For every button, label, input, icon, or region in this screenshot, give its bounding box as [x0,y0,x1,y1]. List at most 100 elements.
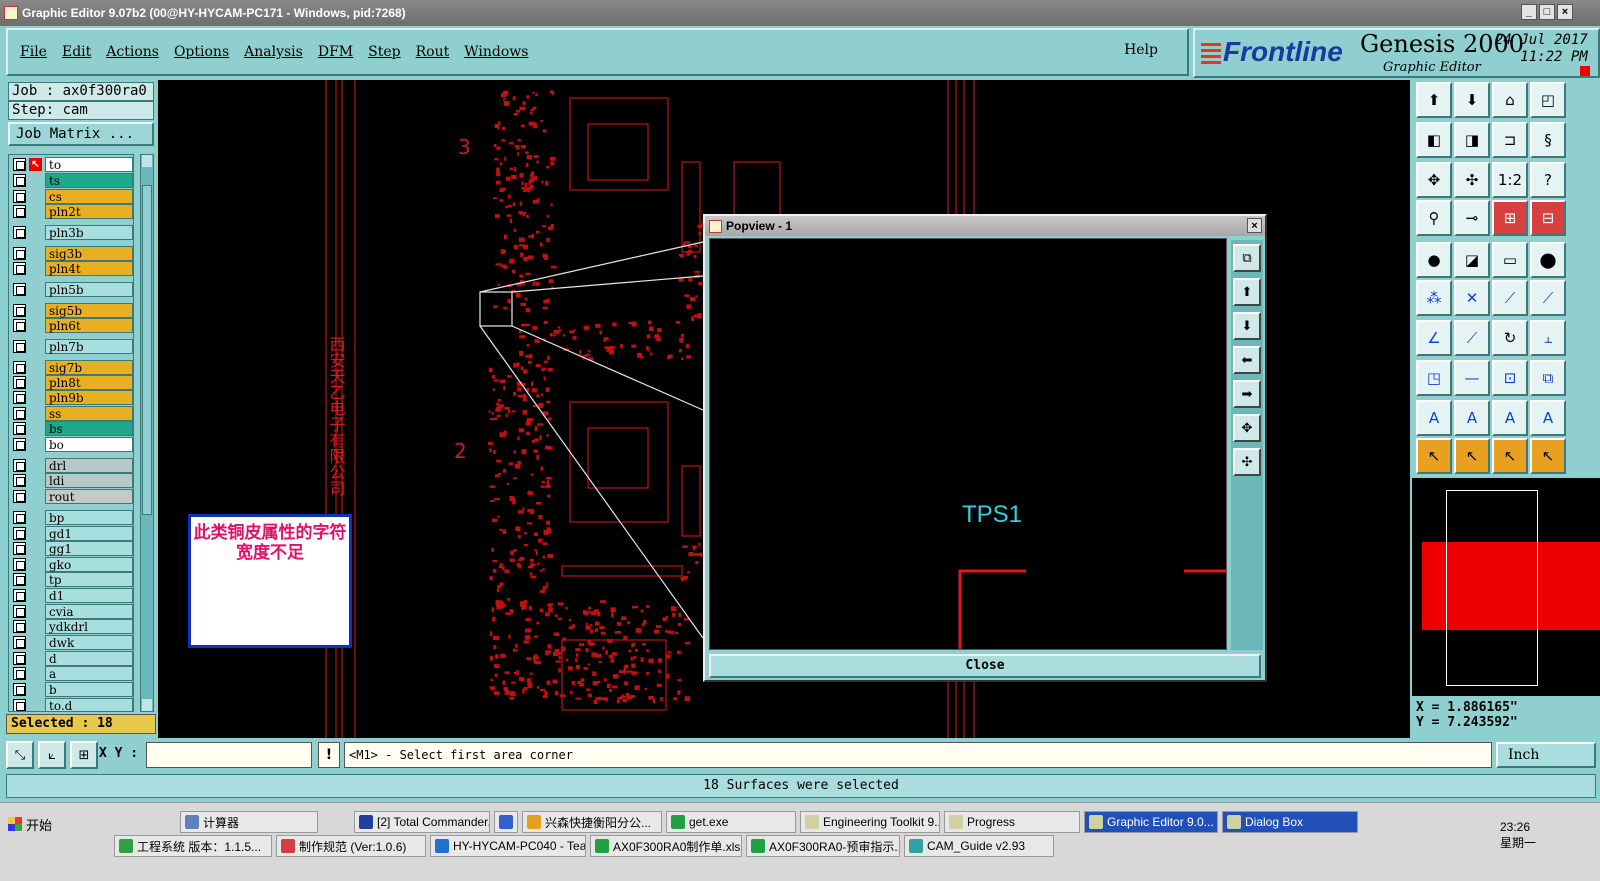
layer-checkbox[interactable] [13,474,26,487]
measure-icon[interactable]: ⚲ [1416,200,1452,236]
layer-name[interactable]: cs [45,189,133,204]
overview-map[interactable] [1412,478,1600,696]
layer-checkbox[interactable] [13,247,26,260]
scroll-up-icon[interactable] [142,155,152,167]
layer-checkbox[interactable] [13,667,26,680]
taskbar-item[interactable]: get.exe [666,811,796,833]
layer-name[interactable]: pln3b [45,225,133,240]
layer-row-tp[interactable]: tp [11,572,133,587]
close-window-button[interactable]: × [1557,4,1573,20]
layer-checkbox[interactable] [13,283,26,296]
layer-row-cvia[interactable]: cvia [11,604,133,619]
taskbar-item[interactable]: 工程系统 版本：1.1.5... [114,835,272,857]
layer-checkbox[interactable] [13,407,26,420]
layer-name[interactable]: d1 [45,588,133,603]
job-matrix-button[interactable]: Job Matrix ... [8,122,154,146]
layer-checkbox[interactable] [13,620,26,633]
move-icon[interactable]: ◳ [1416,360,1452,396]
line-pad-icon[interactable]: ◪ [1454,242,1490,278]
layer-checkbox[interactable] [13,158,26,171]
help-icon[interactable]: ? [1530,162,1566,198]
scroll-down-icon[interactable] [142,699,152,711]
layer-checkbox[interactable] [13,511,26,524]
layer-row-pln7b[interactable]: pln7b [11,339,133,354]
save-icon[interactable]: ⬇ [1454,82,1490,118]
layer-name[interactable]: sig3b [45,246,133,261]
popview-close-x-button[interactable]: × [1247,218,1262,233]
layer-row-pln2t[interactable]: pln2t [11,204,133,219]
layer-row-cs[interactable]: cs [11,189,133,204]
popview-pan-up-icon[interactable]: ⬆ [1233,278,1261,306]
menu-actions[interactable]: Actions [106,44,159,60]
text-a3-icon[interactable]: A [1492,400,1528,436]
menu-analysis[interactable]: Analysis [244,44,303,60]
layer-name[interactable]: b [45,682,133,697]
layer-row-sig5b[interactable]: sig5b [11,303,133,318]
alert-button[interactable]: ! [318,742,340,768]
layer-name[interactable]: rout [45,489,133,504]
layer-name[interactable]: pln2t [45,204,133,219]
taskbar-item[interactable]: AX0F300RA0-预审指示.... [746,835,900,857]
taskbar-item[interactable]: 兴森快捷衡阳分公... [522,811,662,833]
line-route-icon[interactable]: ⟋ [1530,280,1566,316]
layer-name[interactable]: to [45,157,133,172]
layer-checkbox[interactable] [13,319,26,332]
connect-icon[interactable]: ⁂ [1416,280,1452,316]
taskbar-item[interactable]: Progress [944,811,1080,833]
layer-checkbox[interactable] [13,226,26,239]
layer-row-gd1[interactable]: gd1 [11,526,133,541]
zoom-1-2-icon[interactable]: 1:2 [1492,162,1528,198]
layer-row-to-d[interactable]: to.d [11,698,133,711]
ruler-icon[interactable]: ▭ [1492,242,1528,278]
layer-row-b[interactable]: b [11,682,133,697]
taskbar-item[interactable]: HY-HYCAM-PC040 - Tea... [430,835,586,857]
layer-row-pln8t[interactable]: pln8t [11,375,133,390]
layer-row-pln9b[interactable]: pln9b [11,390,133,405]
menu-step[interactable]: Step [368,44,400,60]
select-icon[interactable]: ↖ [1416,438,1452,474]
layer-row-d1[interactable]: d1 [11,588,133,603]
taskbar-item[interactable]: AX0F300RA0制作单.xls ... [590,835,742,857]
popview-canvas[interactable]: TPS1 [709,238,1227,650]
layer-name[interactable]: sig7b [45,360,133,375]
box-icon[interactable]: ⊡ [1492,360,1528,396]
zoom-home-icon[interactable]: ◰ [1530,82,1566,118]
menu-dfm[interactable]: DFM [318,44,353,60]
pan-left-icon[interactable]: ◧ [1416,122,1452,158]
group-icon[interactable]: ⧉ [1530,360,1566,396]
home-icon[interactable]: ⌂ [1492,82,1528,118]
layer-checkbox[interactable] [13,589,26,602]
layer-row-gko[interactable]: gko [11,557,133,572]
layer-checkbox[interactable] [13,205,26,218]
start-button[interactable]: 开始 [2,805,62,843]
text-a1-icon[interactable]: A [1416,400,1452,436]
maximize-button[interactable]: □ [1539,4,1555,20]
fit-icon[interactable]: ⊐ [1492,122,1528,158]
layer-row-sig3b[interactable]: sig3b [11,246,133,261]
layer-row-rout[interactable]: rout [11,489,133,504]
taskbar-item[interactable]: CAM_Guide v2.93 [904,835,1054,857]
layer-checkbox[interactable] [13,391,26,404]
minimize-button[interactable]: _ [1521,4,1537,20]
layer-name[interactable]: pln4t [45,261,133,276]
layer-name[interactable]: to.d [45,698,133,711]
layer-row-a[interactable]: a [11,666,133,681]
layer-row-gg1[interactable]: gg1 [11,541,133,556]
axis-icon[interactable]: ⟀ [38,741,66,769]
layer-checkbox[interactable] [13,699,26,711]
layer-row-pln5b[interactable]: pln5b [11,282,133,297]
layer-checkbox[interactable] [13,438,26,451]
arc-icon[interactable]: ↻ [1492,320,1528,356]
popview-close-button[interactable]: Close [709,654,1261,678]
popview-zoom-out-icon[interactable]: ✥ [1233,414,1261,442]
zoom-in-icon[interactable]: ✣ [1454,162,1490,198]
layer-checkbox[interactable] [13,542,26,555]
open-icon[interactable]: ⬆ [1416,82,1452,118]
layer-name[interactable]: d [45,651,133,666]
layer-name[interactable]: bs [45,421,133,436]
layer-row-dwk[interactable]: dwk [11,635,133,650]
layer-name[interactable]: a [45,666,133,681]
taskbar-item[interactable]: 计算器 [180,811,318,833]
layer-checkbox[interactable] [13,558,26,571]
layer-checkbox[interactable] [13,573,26,586]
